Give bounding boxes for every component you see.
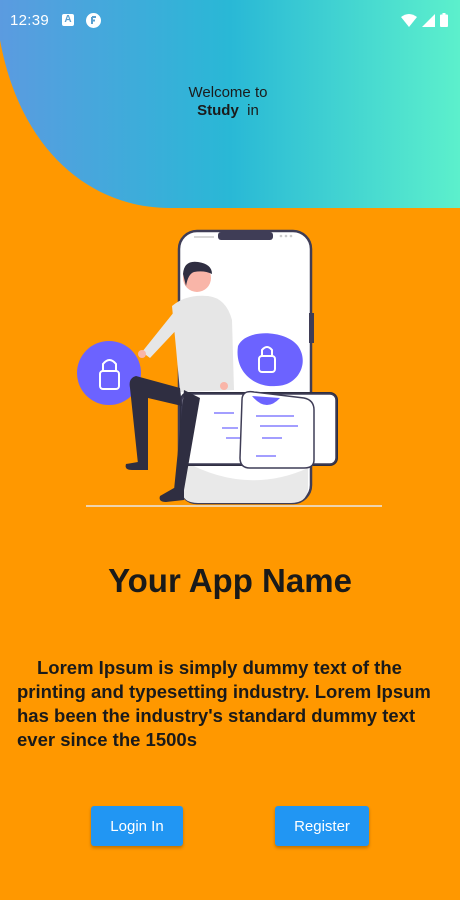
wifi-icon — [401, 13, 417, 27]
f-notification-icon — [86, 13, 101, 28]
status-bar: 12:39 A — [0, 0, 460, 40]
brand-line: Study in — [0, 102, 456, 120]
status-time: 12:39 — [10, 12, 50, 29]
secure-login-illustration — [77, 229, 382, 507]
brand-name: Study — [197, 102, 239, 119]
brand-suffix: in — [247, 102, 259, 119]
signal-icon — [422, 13, 435, 27]
app-name-title: Your App Name — [108, 562, 352, 599]
a-notification-icon: A — [62, 14, 74, 26]
register-button[interactable]: Register — [275, 806, 369, 846]
description-text: Lorem Ipsum is simply dummy text of the … — [17, 657, 431, 750]
welcome-text: Welcome to Study in — [0, 84, 456, 120]
battery-icon — [440, 13, 448, 27]
welcome-line: Welcome to — [188, 84, 268, 101]
login-button[interactable]: Login In — [91, 806, 183, 846]
status-icons-right — [401, 13, 448, 27]
